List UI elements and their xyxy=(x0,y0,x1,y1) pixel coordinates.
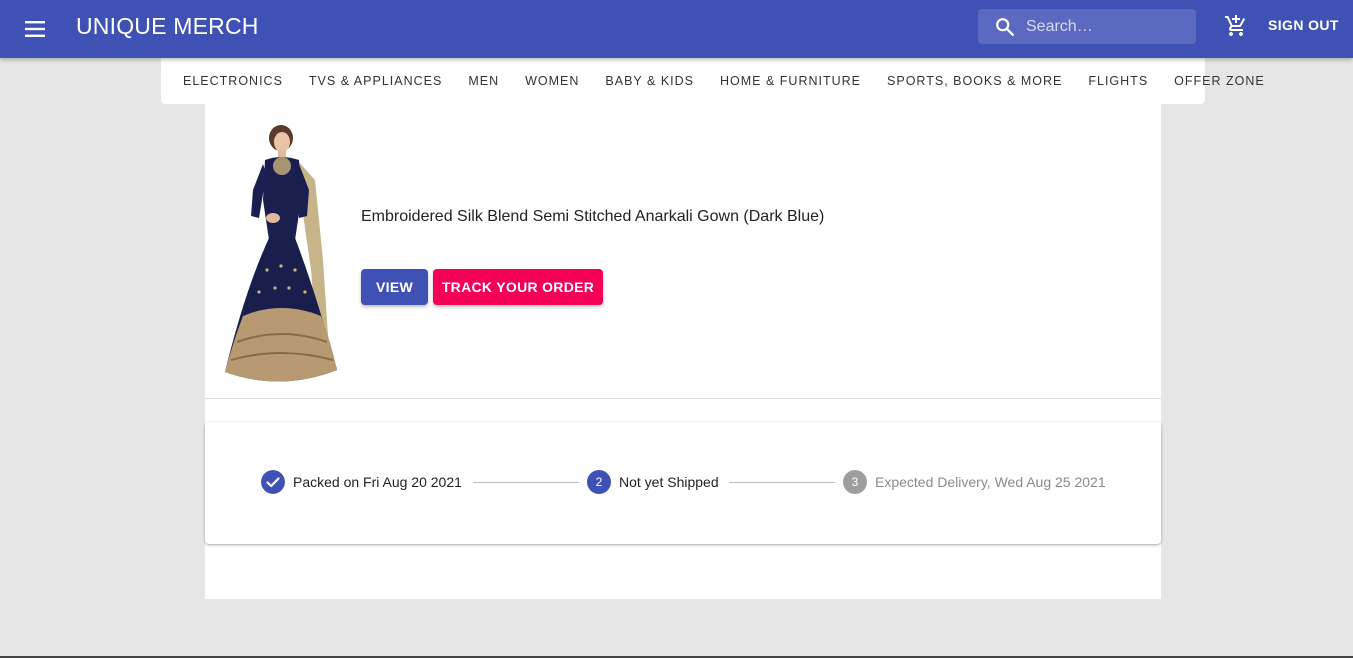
category-women[interactable]: WOMEN xyxy=(525,74,579,88)
step-connector xyxy=(729,482,835,483)
product-image[interactable] xyxy=(219,120,343,388)
search-box xyxy=(978,9,1196,44)
category-baby-kids[interactable]: BABY & KIDS xyxy=(605,74,694,88)
add-shopping-cart-icon xyxy=(1225,15,1246,36)
app-bar: UNIQUE MERCH SIGN OUT xyxy=(0,0,1353,58)
order-panel: Embroidered Silk Blend Semi Stitched Ana… xyxy=(205,104,1161,599)
category-home-furniture[interactable]: HOME & FURNITURE xyxy=(720,74,861,88)
product-title: Embroidered Silk Blend Semi Stitched Ana… xyxy=(361,208,825,225)
step-connector xyxy=(473,482,579,483)
search-icon xyxy=(996,18,1014,36)
category-flights[interactable]: FLIGHTS xyxy=(1088,74,1148,88)
view-button[interactable]: VIEW xyxy=(361,269,428,305)
check-circle-icon xyxy=(261,470,285,494)
step-shipping: 2 Not yet Shipped xyxy=(587,470,719,494)
search-input[interactable] xyxy=(1026,9,1190,44)
track-order-button[interactable]: TRACK YOUR ORDER xyxy=(433,269,603,305)
menu-button[interactable] xyxy=(20,13,52,45)
step-label: Not yet Shipped xyxy=(619,474,719,490)
category-nav: ELECTRONICS TVS & APPLIANCES MEN WOMEN B… xyxy=(161,58,1264,104)
category-electronics[interactable]: ELECTRONICS xyxy=(183,74,283,88)
category-sports-books-more[interactable]: SPORTS, BOOKS & MORE xyxy=(887,74,1062,88)
category-offer-zone[interactable]: OFFER ZONE xyxy=(1174,74,1265,88)
step-packed: Packed on Fri Aug 20 2021 xyxy=(261,470,462,494)
order-stepper: Packed on Fri Aug 20 2021 2 Not yet Ship… xyxy=(205,422,1161,544)
category-tvs-appliances[interactable]: TVS & APPLIANCES xyxy=(309,74,442,88)
step-label: Expected Delivery, Wed Aug 25 2021 xyxy=(875,474,1106,490)
category-men[interactable]: MEN xyxy=(468,74,499,88)
divider xyxy=(205,398,1161,399)
step-delivery: 3 Expected Delivery, Wed Aug 25 2021 xyxy=(843,470,1106,494)
step-label: Packed on Fri Aug 20 2021 xyxy=(293,474,462,490)
step-number: 2 xyxy=(587,470,611,494)
sign-out-button[interactable]: SIGN OUT xyxy=(1268,17,1339,33)
cart-button[interactable] xyxy=(1222,12,1250,40)
step-number: 3 xyxy=(843,470,867,494)
menu-icon xyxy=(25,21,45,37)
app-title: UNIQUE MERCH xyxy=(76,13,259,39)
